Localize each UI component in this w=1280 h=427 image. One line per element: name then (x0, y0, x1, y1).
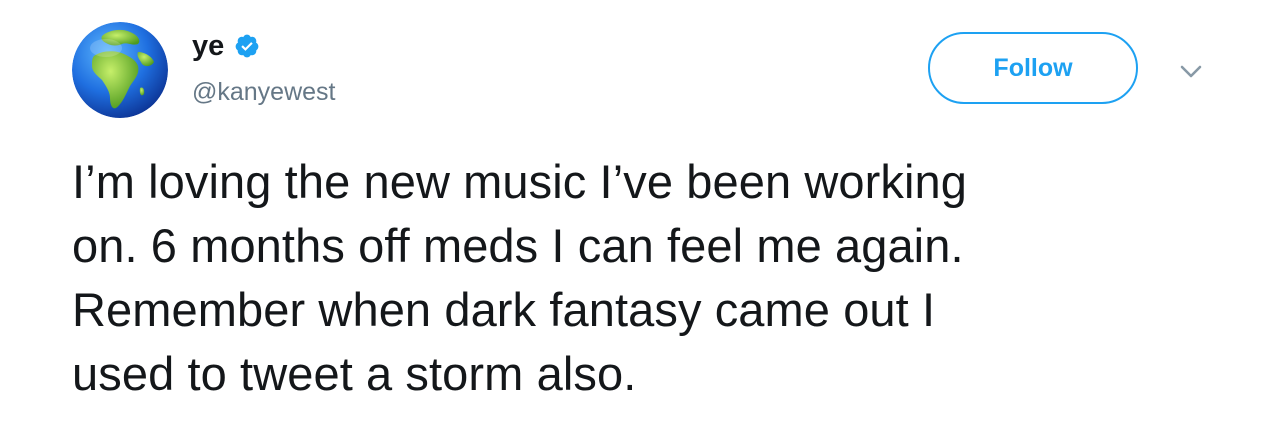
tweet-text-line: I’m loving the new music I’ve been worki… (72, 155, 967, 208)
tweet-text-line: on. 6 months off meds I can feel me agai… (72, 219, 964, 272)
tweet-card: ye @kanyewest Follow I’m loving the new … (0, 0, 1280, 427)
tweet-text: I’m loving the new music I’ve been worki… (72, 150, 1212, 406)
author-name-row[interactable]: ye (192, 28, 260, 64)
avatar[interactable] (72, 22, 168, 118)
globe-icon (72, 22, 168, 118)
tweet-menu-button[interactable] (1176, 56, 1206, 86)
follow-button[interactable]: Follow (928, 32, 1138, 104)
display-name[interactable]: ye (192, 28, 224, 64)
chevron-down-icon (1180, 65, 1202, 78)
verified-badge-icon (235, 34, 259, 58)
tweet-text-line: used to tweet a storm also. (72, 347, 637, 400)
user-handle[interactable]: @kanyewest (192, 76, 336, 108)
tweet-text-line: Remember when dark fantasy came out I (72, 283, 936, 336)
